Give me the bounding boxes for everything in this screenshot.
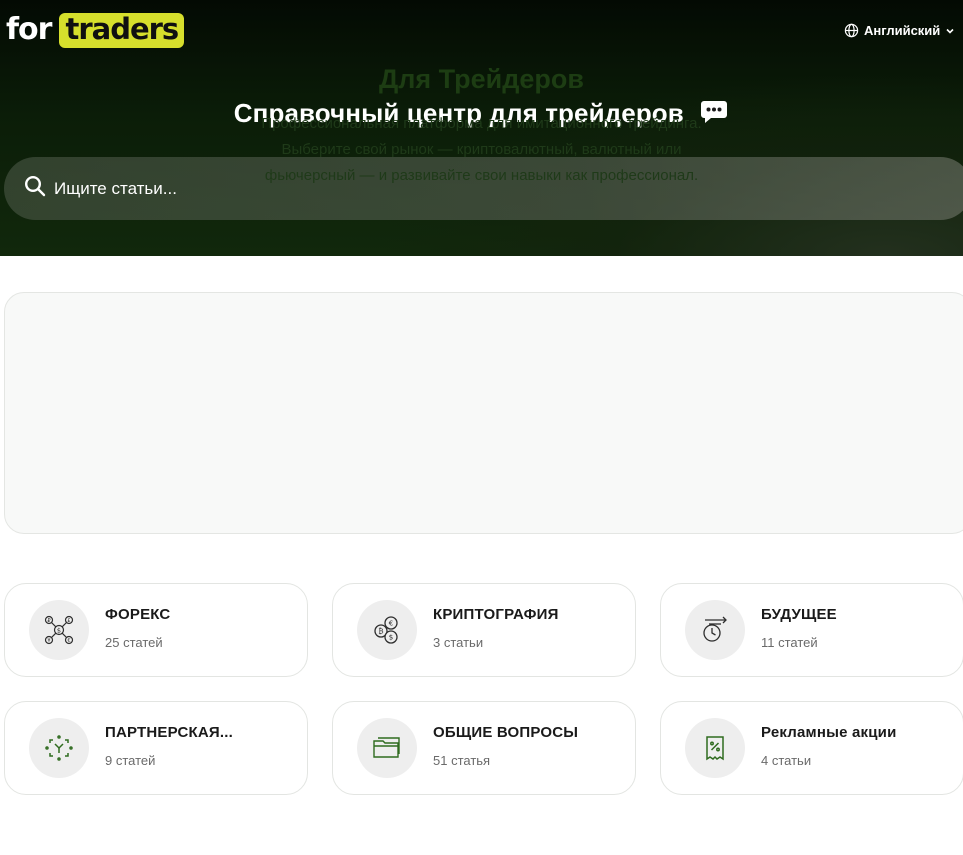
intro-line: фьючерсный — и развивайте свои навыки ка… xyxy=(264,167,699,184)
category-title: КРИПТОГРАФИЯ xyxy=(433,606,559,623)
crypto-coins-icon: € ₿ $ xyxy=(357,600,417,660)
svg-text:€: € xyxy=(67,638,70,644)
intro-title: Для Трейдеров xyxy=(379,64,584,94)
svg-text:$: $ xyxy=(57,626,61,634)
category-title: БУДУЩЕЕ xyxy=(761,606,837,623)
language-selector[interactable]: Английский xyxy=(844,23,955,38)
category-count: 9 статей xyxy=(105,753,156,768)
svg-text:¥: ¥ xyxy=(47,638,50,644)
category-card-forex[interactable]: $ ₽ £ ¥ € ФОРЕКС 25 статей xyxy=(4,583,308,677)
logo[interactable]: for traders xyxy=(6,11,185,49)
category-title: ПАРТНЕРСКАЯ... xyxy=(105,724,233,741)
category-title: Рекламные акции xyxy=(761,724,897,741)
svg-text:£: £ xyxy=(67,618,70,624)
language-label: Английский xyxy=(864,23,941,38)
intro-line: Профессиональная платформа для имитацион… xyxy=(261,115,702,132)
category-title: ОБЩИЕ ВОПРОСЫ xyxy=(433,724,579,741)
folder-icon xyxy=(357,718,417,778)
category-card-affiliate[interactable]: ПАРТНЕРСКАЯ... 9 статей xyxy=(4,701,308,795)
category-count: 11 статей xyxy=(761,635,818,650)
intro-description: Профессиональная платформа для имитацион… xyxy=(0,111,963,189)
futures-clock-icon xyxy=(685,600,745,660)
category-count: 4 статьи xyxy=(761,753,812,768)
category-card-futures[interactable]: БУДУЩЕЕ 11 статей xyxy=(660,583,963,677)
category-count: 25 статей xyxy=(105,635,163,650)
promo-receipt-icon xyxy=(685,718,745,778)
category-title: ФОРЕКС xyxy=(105,606,171,623)
svg-text:$: $ xyxy=(389,634,393,642)
svg-text:₿: ₿ xyxy=(378,628,383,636)
forex-currency-icon: $ ₽ £ ¥ € xyxy=(29,600,89,660)
logo-for-text: for xyxy=(6,12,52,47)
svg-text:€: € xyxy=(389,620,393,628)
logo-traders-badge: traders xyxy=(59,12,185,48)
category-count: 3 статьи xyxy=(433,635,484,650)
category-card-promotions[interactable]: Рекламные акции 4 статьи xyxy=(660,701,963,795)
category-card-crypto[interactable]: € ₿ $ КРИПТОГРАФИЯ 3 статьи xyxy=(332,583,636,677)
intro-card xyxy=(4,292,963,534)
affiliate-icon xyxy=(29,718,89,778)
chevron-down-icon xyxy=(945,26,955,36)
category-card-general[interactable]: ОБЩИЕ ВОПРОСЫ 51 статья xyxy=(332,701,636,795)
category-count: 51 статья xyxy=(433,753,491,768)
globe-icon xyxy=(844,23,859,38)
intro-line: Выберите свой рынок — криптовалютный, ва… xyxy=(281,141,682,158)
